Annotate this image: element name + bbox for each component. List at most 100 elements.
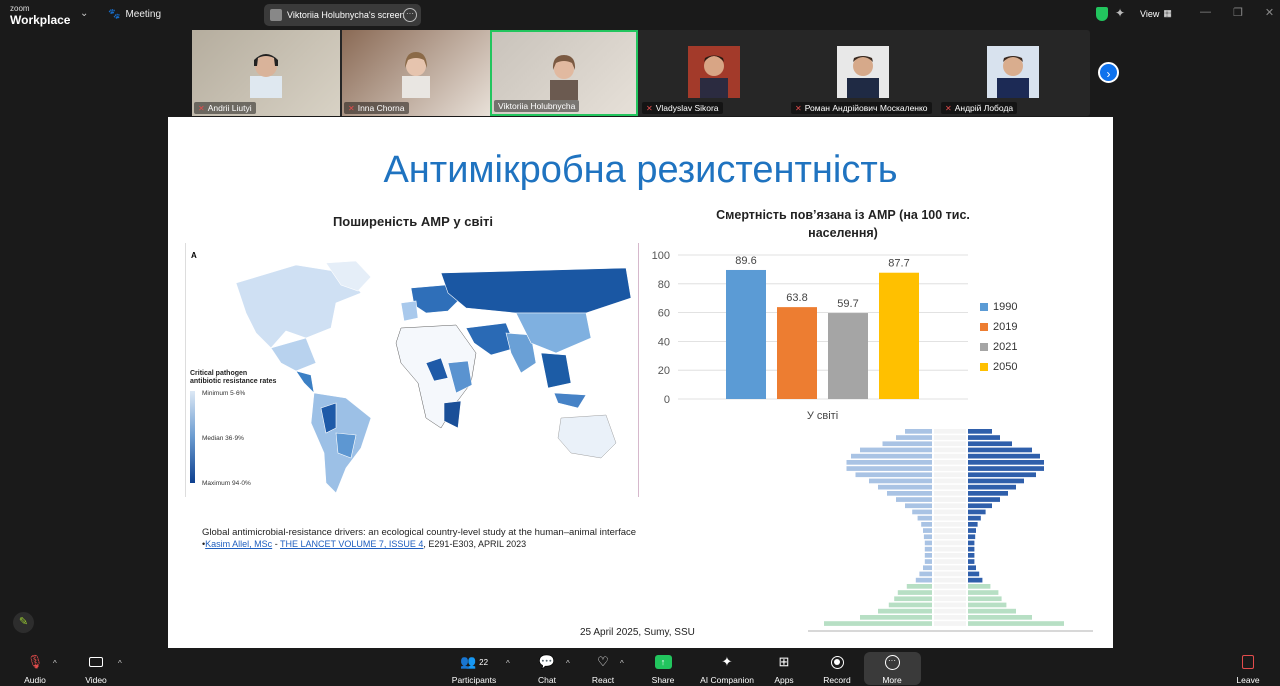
- meeting-info-button[interactable]: 🐾 Meeting: [108, 9, 161, 20]
- leave-button[interactable]: Leave: [1218, 652, 1278, 685]
- next-page-button[interactable]: ›: [1098, 62, 1119, 83]
- react-button[interactable]: ♡ React: [573, 652, 633, 685]
- pyramid-bar: [968, 435, 1000, 440]
- pyramid-age-label-cell: [934, 509, 966, 515]
- mic-muted-icon: 🎙: [26, 654, 44, 669]
- audio-options-caret-icon[interactable]: ^: [53, 659, 57, 668]
- pyramid-bar: [919, 571, 932, 577]
- apps-button[interactable]: ⊞ Apps: [754, 652, 814, 685]
- pyramid-bar: [968, 497, 1000, 502]
- participants-button[interactable]: 👥 22 Participants: [444, 652, 504, 685]
- pyramid-bar: [968, 441, 1012, 447]
- pyramid-age-label-cell: [934, 497, 966, 502]
- react-caret-icon[interactable]: ^: [620, 659, 624, 668]
- participant-name: ✕ Vladyslav Sikora: [642, 102, 723, 114]
- pyramid-bar: [921, 522, 932, 527]
- participant-name: ✕ Роман Андрійович Москаленко: [791, 102, 932, 114]
- chat-icon: 💬: [538, 654, 556, 669]
- author-link[interactable]: Kasim Allel, MSc: [205, 539, 272, 549]
- pyramid-bar: [968, 540, 975, 546]
- view-button[interactable]: View ▦: [1140, 8, 1172, 19]
- legend-max: Maximum 94·0%: [202, 480, 251, 487]
- annotate-pencil-icon[interactable]: ✎: [13, 612, 34, 633]
- top-bar: zoom Workplace ⌄ 🐾 Meeting Viktoriia Hol…: [0, 0, 1280, 30]
- video-tile-active[interactable]: Viktoriia Holubnycha: [490, 30, 638, 116]
- minimize-icon[interactable]: —: [1200, 6, 1211, 19]
- shield-icon[interactable]: [1096, 7, 1108, 21]
- chevron-down-icon[interactable]: ⌄: [80, 8, 88, 19]
- sparkle-icon[interactable]: ✦: [1115, 6, 1125, 20]
- bar-2050: [879, 272, 919, 399]
- leave-icon: [1242, 655, 1254, 669]
- zoom-logo: zoom Workplace: [10, 4, 71, 27]
- data-label-2019: 63.8: [786, 292, 807, 304]
- video-tile[interactable]: ✕ Inna Chorna: [342, 30, 490, 116]
- pyramid-bar: [888, 602, 932, 608]
- pyramid-bar: [882, 441, 932, 447]
- pyramid-bar: [968, 472, 1036, 478]
- pyramid-age-label-cell: [934, 460, 966, 465]
- video-button[interactable]: Video: [66, 652, 126, 685]
- share-button[interactable]: ↑ Share: [633, 652, 693, 685]
- pyramid-bar: [846, 460, 932, 465]
- amr-mortality-bar-chart: 020406080100 89.663.8 59.787.7У світі: [652, 250, 968, 422]
- pyramid-age-label-cell: [934, 559, 966, 564]
- pyramid-age-label-cell: [934, 615, 966, 620]
- video-tile[interactable]: ✕ Роман Андрійович Москаленко: [789, 30, 937, 116]
- pyramid-bar: [924, 553, 932, 558]
- pyramid-age-label-cell: [934, 453, 966, 459]
- video-tile[interactable]: ✕ Андрій Лобода: [939, 30, 1087, 116]
- ai-companion-button[interactable]: ✦ AI Companion: [697, 652, 757, 685]
- screen-share-indicator[interactable]: Viktoriia Holubnycha's screen ···: [264, 4, 421, 26]
- video-strip: ✕ Andrii Liutyi ✕ Inna Chorna Viktoriia Ho…: [192, 30, 1090, 116]
- pyramid-bar: [968, 509, 986, 515]
- pyramid-bar: [846, 466, 932, 471]
- audio-button[interactable]: 🎙 Audio: [5, 652, 65, 685]
- pyramid-age-label-cell: [934, 602, 966, 608]
- pyramid-age-label-cell: [934, 608, 966, 614]
- pyramid-bar: [968, 534, 976, 540]
- participants-icon: 👥: [459, 654, 477, 669]
- bar-chart-legend: 1990 2019 2021 2050: [980, 297, 1017, 377]
- video-tile[interactable]: ✕ Andrii Liutyi: [192, 30, 340, 116]
- restore-icon[interactable]: ❐: [1233, 6, 1243, 19]
- participant-avatar: [987, 46, 1039, 98]
- window-controls: — ❐ ✕: [1200, 6, 1274, 19]
- pyramid-bar: [968, 608, 1016, 614]
- pyramid-age-label-cell: [934, 528, 966, 533]
- more-dots-icon: ···: [884, 654, 900, 670]
- chevron-right-icon: ›: [1106, 67, 1111, 81]
- y-tick-label: 60: [658, 308, 670, 320]
- pyramid-age-label-cell: [934, 478, 966, 484]
- record-button[interactable]: Record: [807, 652, 867, 685]
- pyramid-bar: [968, 466, 1044, 471]
- video-tile[interactable]: ✕ Vladyslav Sikora: [640, 30, 788, 116]
- apps-icon: ⊞: [778, 654, 790, 669]
- map-title: Поширеність АМР у світі: [332, 214, 494, 229]
- slide-footer: 25 April 2025, Sumy, SSU: [580, 627, 695, 638]
- paw-icon: 🐾: [108, 9, 121, 20]
- video-options-caret-icon[interactable]: ^: [118, 659, 122, 668]
- legend-item-2050: 2050: [980, 357, 1017, 377]
- more-button[interactable]: ··· More: [862, 652, 922, 685]
- pyramid-bar: [968, 484, 1016, 490]
- participants-caret-icon[interactable]: ^: [506, 659, 510, 668]
- journal-link[interactable]: THE LANCET VOLUME 7, ISSUE 4: [280, 539, 423, 549]
- pyramid-bar: [968, 460, 1044, 465]
- pyramid-age-label-cell: [934, 577, 966, 583]
- pyramid-age-label-cell: [934, 515, 966, 521]
- pyramid-bar: [968, 429, 992, 434]
- age-deaths-pyramid-figure: [808, 429, 1093, 632]
- chat-caret-icon[interactable]: ^: [566, 659, 570, 668]
- map-legend-scale: [190, 391, 195, 483]
- pyramid-age-label-cell: [934, 546, 966, 552]
- pyramid-age-label-cell: [934, 472, 966, 478]
- mic-off-icon: ✕: [348, 103, 355, 113]
- bar-1990: [726, 269, 766, 399]
- pyramid-bar: [915, 577, 932, 583]
- chat-button[interactable]: 💬 Chat: [517, 652, 577, 685]
- record-icon: [830, 655, 844, 669]
- shared-slide: Антимікробна резистентність Поширеність …: [168, 117, 1113, 648]
- close-icon[interactable]: ✕: [1265, 6, 1274, 19]
- more-options-icon[interactable]: ···: [403, 8, 417, 22]
